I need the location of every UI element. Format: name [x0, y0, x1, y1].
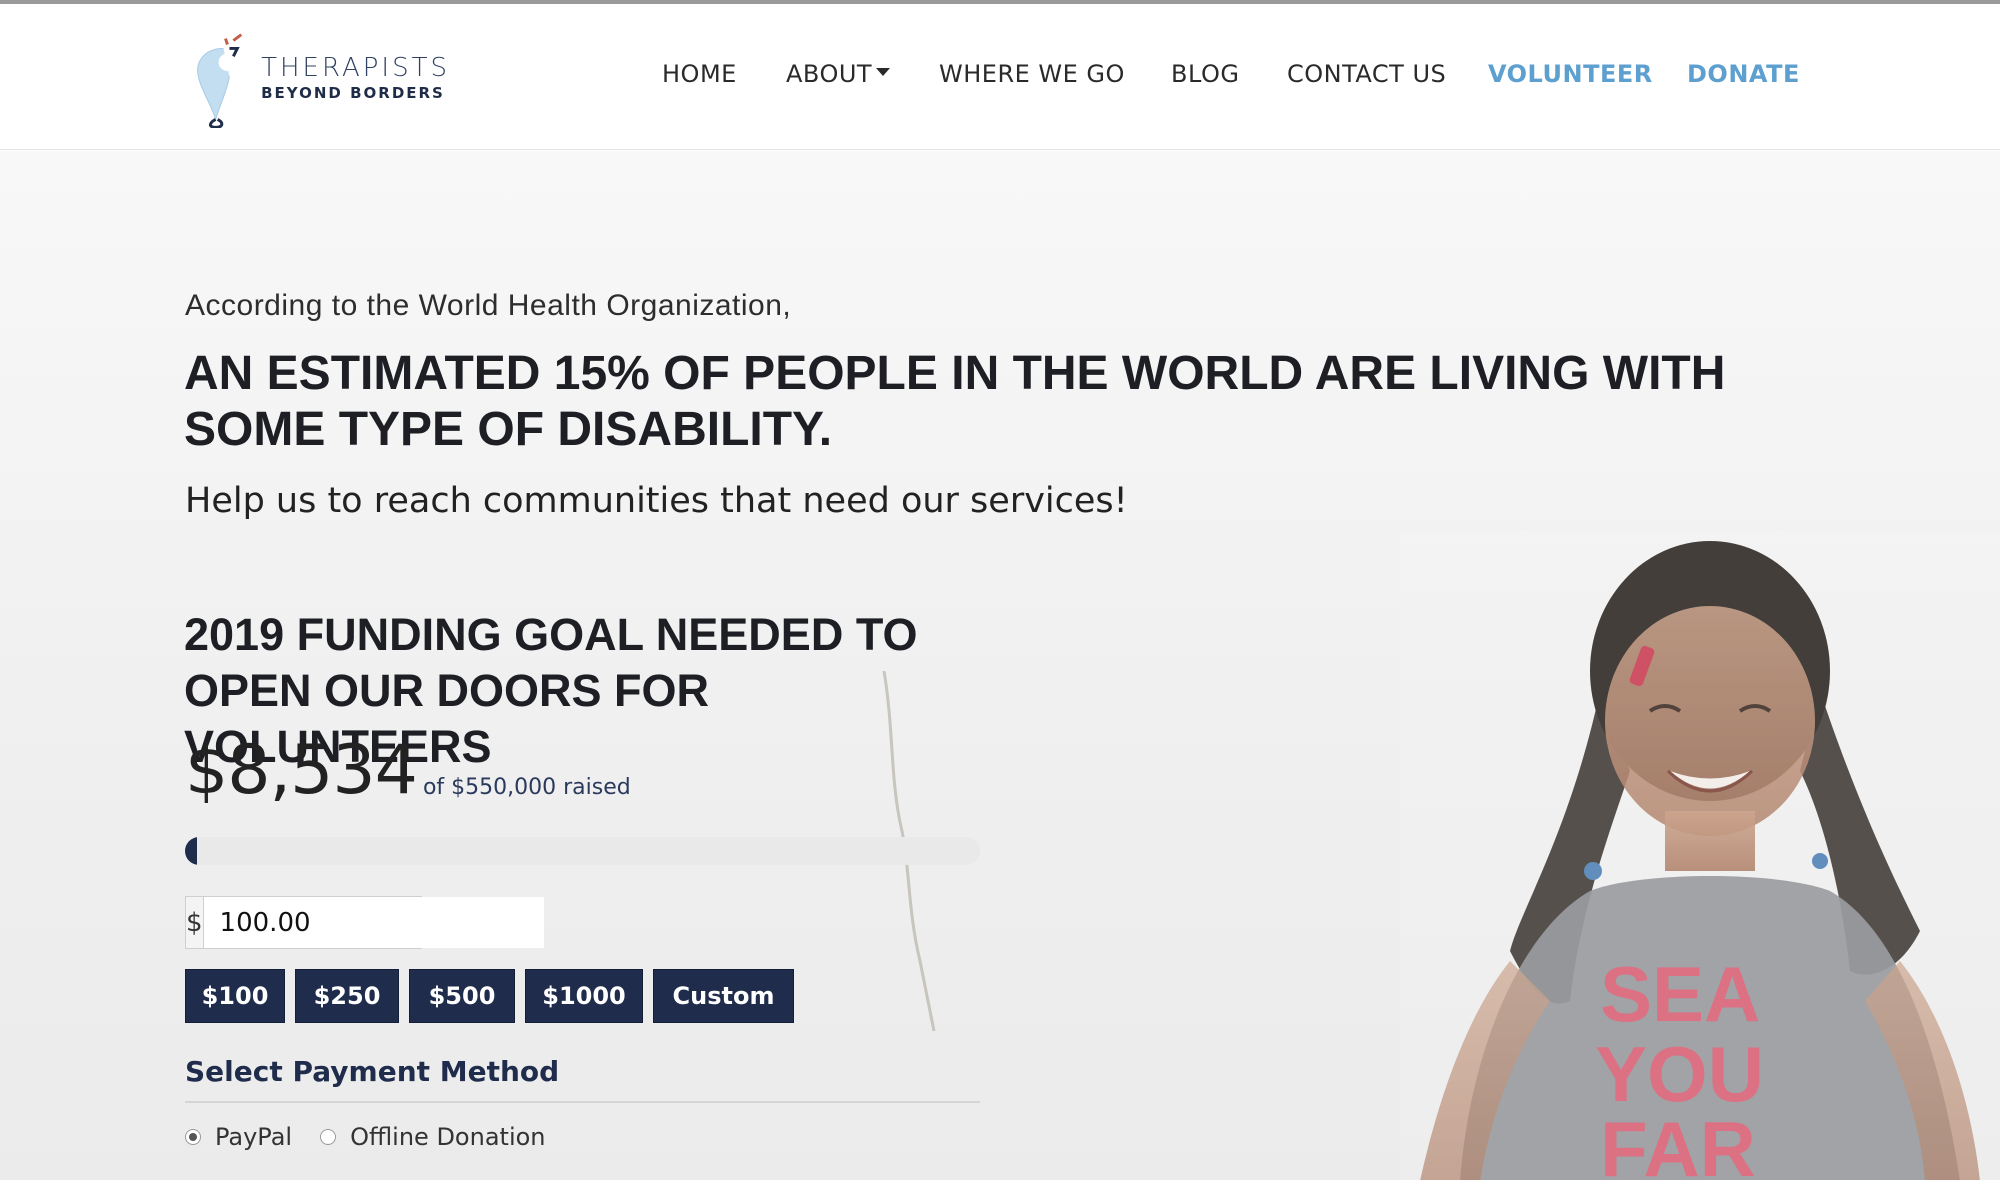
- donation-amount-input[interactable]: [203, 897, 544, 948]
- main-nav: HOME ABOUT WHERE WE GO BLOG CONTACT US V…: [0, 60, 2000, 100]
- nav-blog[interactable]: BLOG: [1171, 60, 1239, 88]
- help-text: Help us to reach communities that need o…: [185, 481, 1128, 521]
- nav-about[interactable]: ABOUT: [786, 60, 891, 88]
- offline-donation-label: Offline Donation: [350, 1123, 546, 1151]
- nav-home[interactable]: HOME: [662, 60, 737, 88]
- paypal-radio[interactable]: [185, 1129, 201, 1145]
- currency-symbol: $: [186, 897, 204, 948]
- hero-photo-girl: SEA YOU FAR: [1400, 531, 2000, 1180]
- nav-contact-us[interactable]: CONTACT US: [1287, 60, 1446, 88]
- caret-down-icon: [876, 68, 891, 76]
- paypal-label: PayPal: [215, 1123, 293, 1151]
- level-250-button[interactable]: $250: [295, 969, 399, 1023]
- donation-amount-group: $: [185, 896, 544, 949]
- level-500-button[interactable]: $500: [409, 969, 515, 1023]
- offline-donation-radio[interactable]: [320, 1129, 337, 1145]
- headline: AN ESTIMATED 15% OF PEOPLE IN THE WORLD …: [184, 347, 1726, 456]
- payment-option-paypal[interactable]: PayPal: [185, 1123, 292, 1151]
- intro-text: According to the World Health Organizati…: [185, 289, 792, 322]
- payment-method-title: Select Payment Method: [185, 1055, 560, 1088]
- level-100-button[interactable]: $100: [185, 969, 285, 1023]
- funding-progress-fill: [185, 837, 198, 865]
- payment-option-offline[interactable]: Offline Donation: [320, 1123, 546, 1151]
- goal-total-text: of $550,000 raised: [422, 775, 631, 800]
- site-header: THERAPISTS BEYOND BORDERS HOME ABOUT WHE…: [0, 4, 2000, 150]
- nav-donate[interactable]: DONATE: [1687, 60, 1800, 88]
- level-custom-button[interactable]: Custom: [653, 969, 794, 1023]
- raised-summary: $8,534 of $550,000 raised: [185, 736, 631, 806]
- donation-levels: $100 $250 $500 $1000 Custom: [185, 969, 794, 1023]
- payment-options: PayPal Offline Donation: [185, 1123, 574, 1151]
- payment-divider: [185, 1101, 980, 1103]
- nav-where-we-go[interactable]: WHERE WE GO: [939, 60, 1125, 88]
- hero-section: SEA YOU FAR According to the World Healt…: [0, 151, 2000, 1180]
- funding-progress-bar: [185, 837, 980, 865]
- funding-goal-title-line1: 2019 FUNDING GOAL NEEDED TO: [184, 609, 918, 660]
- nav-about-label: ABOUT: [786, 60, 873, 88]
- level-1000-button[interactable]: $1000: [525, 969, 643, 1023]
- nav-volunteer[interactable]: VOLUNTEER: [1488, 60, 1653, 88]
- amount-raised: $8,534: [185, 731, 418, 810]
